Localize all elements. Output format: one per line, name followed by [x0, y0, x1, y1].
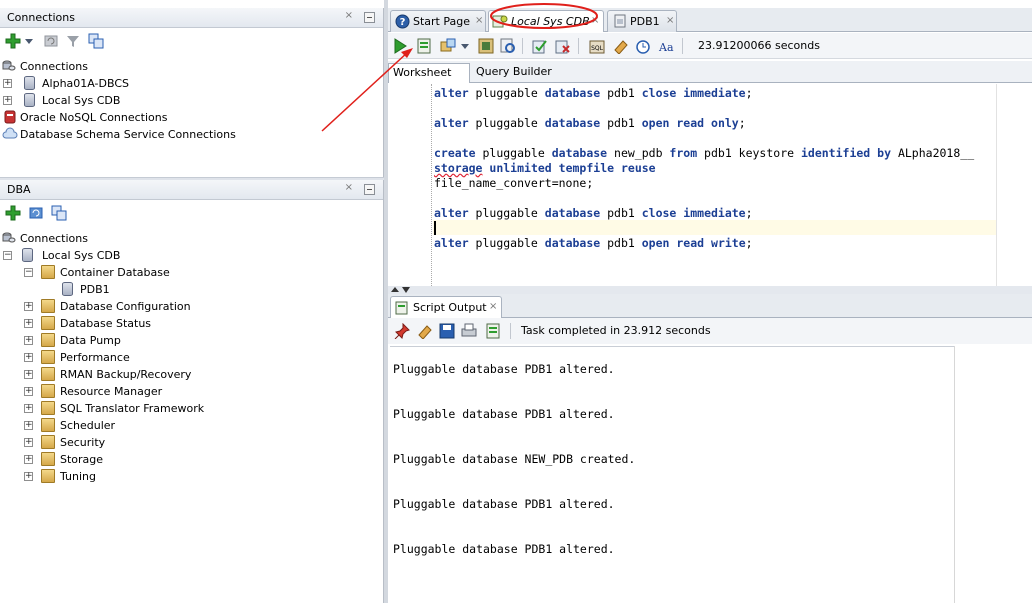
highlight-ellipse: [490, 3, 598, 29]
annotation-overlay: [321, 3, 598, 132]
pointer-arrow-line: [321, 51, 409, 132]
sqldeveloper-window: Connections × Connections + Alpha01A-DBC…: [0, 0, 1032, 603]
